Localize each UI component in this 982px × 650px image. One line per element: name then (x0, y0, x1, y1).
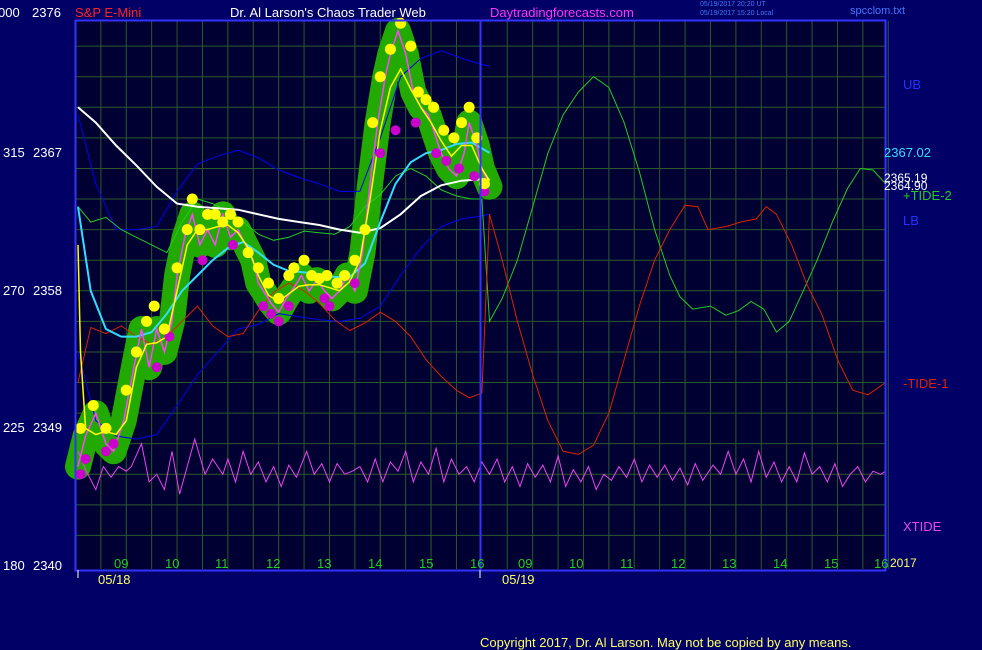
magenta-dot (324, 301, 335, 312)
yellow-dot (181, 224, 193, 236)
yellow-dot (359, 224, 371, 236)
upper-band-label: UB (903, 77, 922, 92)
yellow-dot (367, 117, 379, 129)
magenta-dot (454, 163, 464, 174)
y-tick-price-4: 2340 (33, 558, 62, 573)
copyright-text: Copyright 2017, Dr. Al Larson. May not b… (480, 635, 852, 650)
header-left-price: 2376 (32, 5, 61, 20)
yellow-dot (374, 71, 386, 83)
yellow-dot (100, 422, 112, 434)
yellow-dot (273, 292, 285, 304)
site-url: Daytradingforecasts.com (490, 5, 634, 20)
tide-plus-label: +TIDE-2 (903, 188, 952, 203)
yellow-dot (288, 262, 300, 274)
y-tick-price-1: 2367 (33, 145, 62, 160)
y-tick-code-3: 225 (3, 420, 25, 435)
file-name: spcclom.txt (850, 5, 906, 17)
x-hour-day2-10: 10 (569, 556, 584, 571)
y-tick-code-1: 315 (3, 145, 25, 160)
magenta-dot (375, 148, 386, 159)
x-hour-day1-13: 13 (317, 556, 332, 571)
magenta-dot (349, 278, 360, 289)
x-hour-day1-11: 11 (215, 556, 229, 571)
magenta-dot (75, 469, 86, 480)
yellow-dot (148, 300, 160, 312)
magenta-dot (108, 438, 119, 449)
magenta-dot (197, 255, 208, 266)
x-date-day1: 05/18 (98, 572, 131, 587)
magenta-dot (431, 148, 442, 159)
magenta-dot (258, 301, 269, 312)
x-hour-day2-12: 12 (671, 556, 686, 571)
timestamp-ut: 05/19/2017 20:20 UT (700, 1, 766, 8)
yellow-dot (456, 117, 468, 129)
x-hour-day2-09: 09 (518, 556, 533, 571)
x-hour-day2-15: 15 (824, 556, 839, 571)
xtide-label: XTIDE (903, 519, 942, 534)
yellow-dot (171, 262, 183, 274)
yellow-dot (298, 254, 310, 266)
magenta-dot (266, 308, 277, 319)
tide-minus-label: -TIDE-1 (903, 376, 949, 391)
yellow-dot (130, 346, 142, 358)
x-hour-day1-15: 15 (419, 556, 434, 571)
magenta-dot (469, 171, 480, 182)
x-date-day2: 05/19 (502, 572, 535, 587)
yellow-dot (242, 247, 254, 259)
x-hour-day1-10: 10 (165, 556, 180, 571)
yellow-dot (438, 124, 450, 136)
magenta-dot (410, 117, 421, 128)
yellow-dot (384, 43, 396, 55)
yellow-dot (405, 40, 417, 52)
y-tick-price-2: 2358 (33, 283, 62, 298)
y-tick-code-4: 180 (3, 558, 25, 573)
yellow-dot (339, 269, 351, 281)
x-hour-day1-14: 14 (368, 556, 383, 571)
magenta-dot (80, 453, 91, 464)
yellow-dot (263, 277, 274, 289)
yellow-dot (252, 262, 264, 274)
lower-band-label: LB (903, 213, 919, 228)
x-hour-day2-16: 16 (874, 556, 889, 571)
yellow-dot (463, 101, 475, 113)
magenta-dot (151, 362, 162, 373)
yellow-dot (186, 193, 198, 205)
last-price-label: 2367.02 (884, 145, 931, 160)
chaos-trader-chart (0, 0, 982, 650)
y-tick-price-3: 2349 (33, 420, 62, 435)
site-title: Dr. Al Larson's Chaos Trader Web (230, 5, 426, 20)
magenta-dot (227, 239, 238, 250)
yellow-dot (158, 323, 170, 335)
yellow-dot (448, 132, 460, 144)
timestamp-local: 05/19/2017 15:20 Local (700, 10, 774, 17)
yellow-dot (321, 269, 333, 281)
magenta-dot (390, 125, 401, 136)
x-hour-day2-14: 14 (773, 556, 788, 571)
yellow-dot (232, 216, 244, 228)
header-left-code: 000 (0, 5, 20, 20)
x-hour-day2-13: 13 (722, 556, 737, 571)
yellow-dot (87, 399, 99, 411)
magenta-dot (441, 155, 452, 166)
yellow-dot (349, 254, 361, 266)
y-tick-code-2: 270 (3, 283, 25, 298)
yellow-dot (141, 315, 153, 327)
yellow-dot (120, 384, 132, 396)
yellow-dot (194, 224, 206, 236)
magenta-dot (100, 446, 111, 457)
x-hour-day1-09: 09 (114, 556, 129, 571)
x-hour-day1-16: 16 (470, 556, 485, 571)
magenta-dot (283, 301, 294, 312)
x-hour-day1-12: 12 (266, 556, 281, 571)
magenta-dot (273, 316, 284, 327)
symbol-title: S&P E-Mini (75, 5, 142, 20)
yellow-dot (75, 422, 87, 434)
x-hour-day2-11: 11 (620, 556, 634, 571)
x-year-label: 2017 (890, 556, 917, 570)
yellow-dot (428, 101, 440, 113)
